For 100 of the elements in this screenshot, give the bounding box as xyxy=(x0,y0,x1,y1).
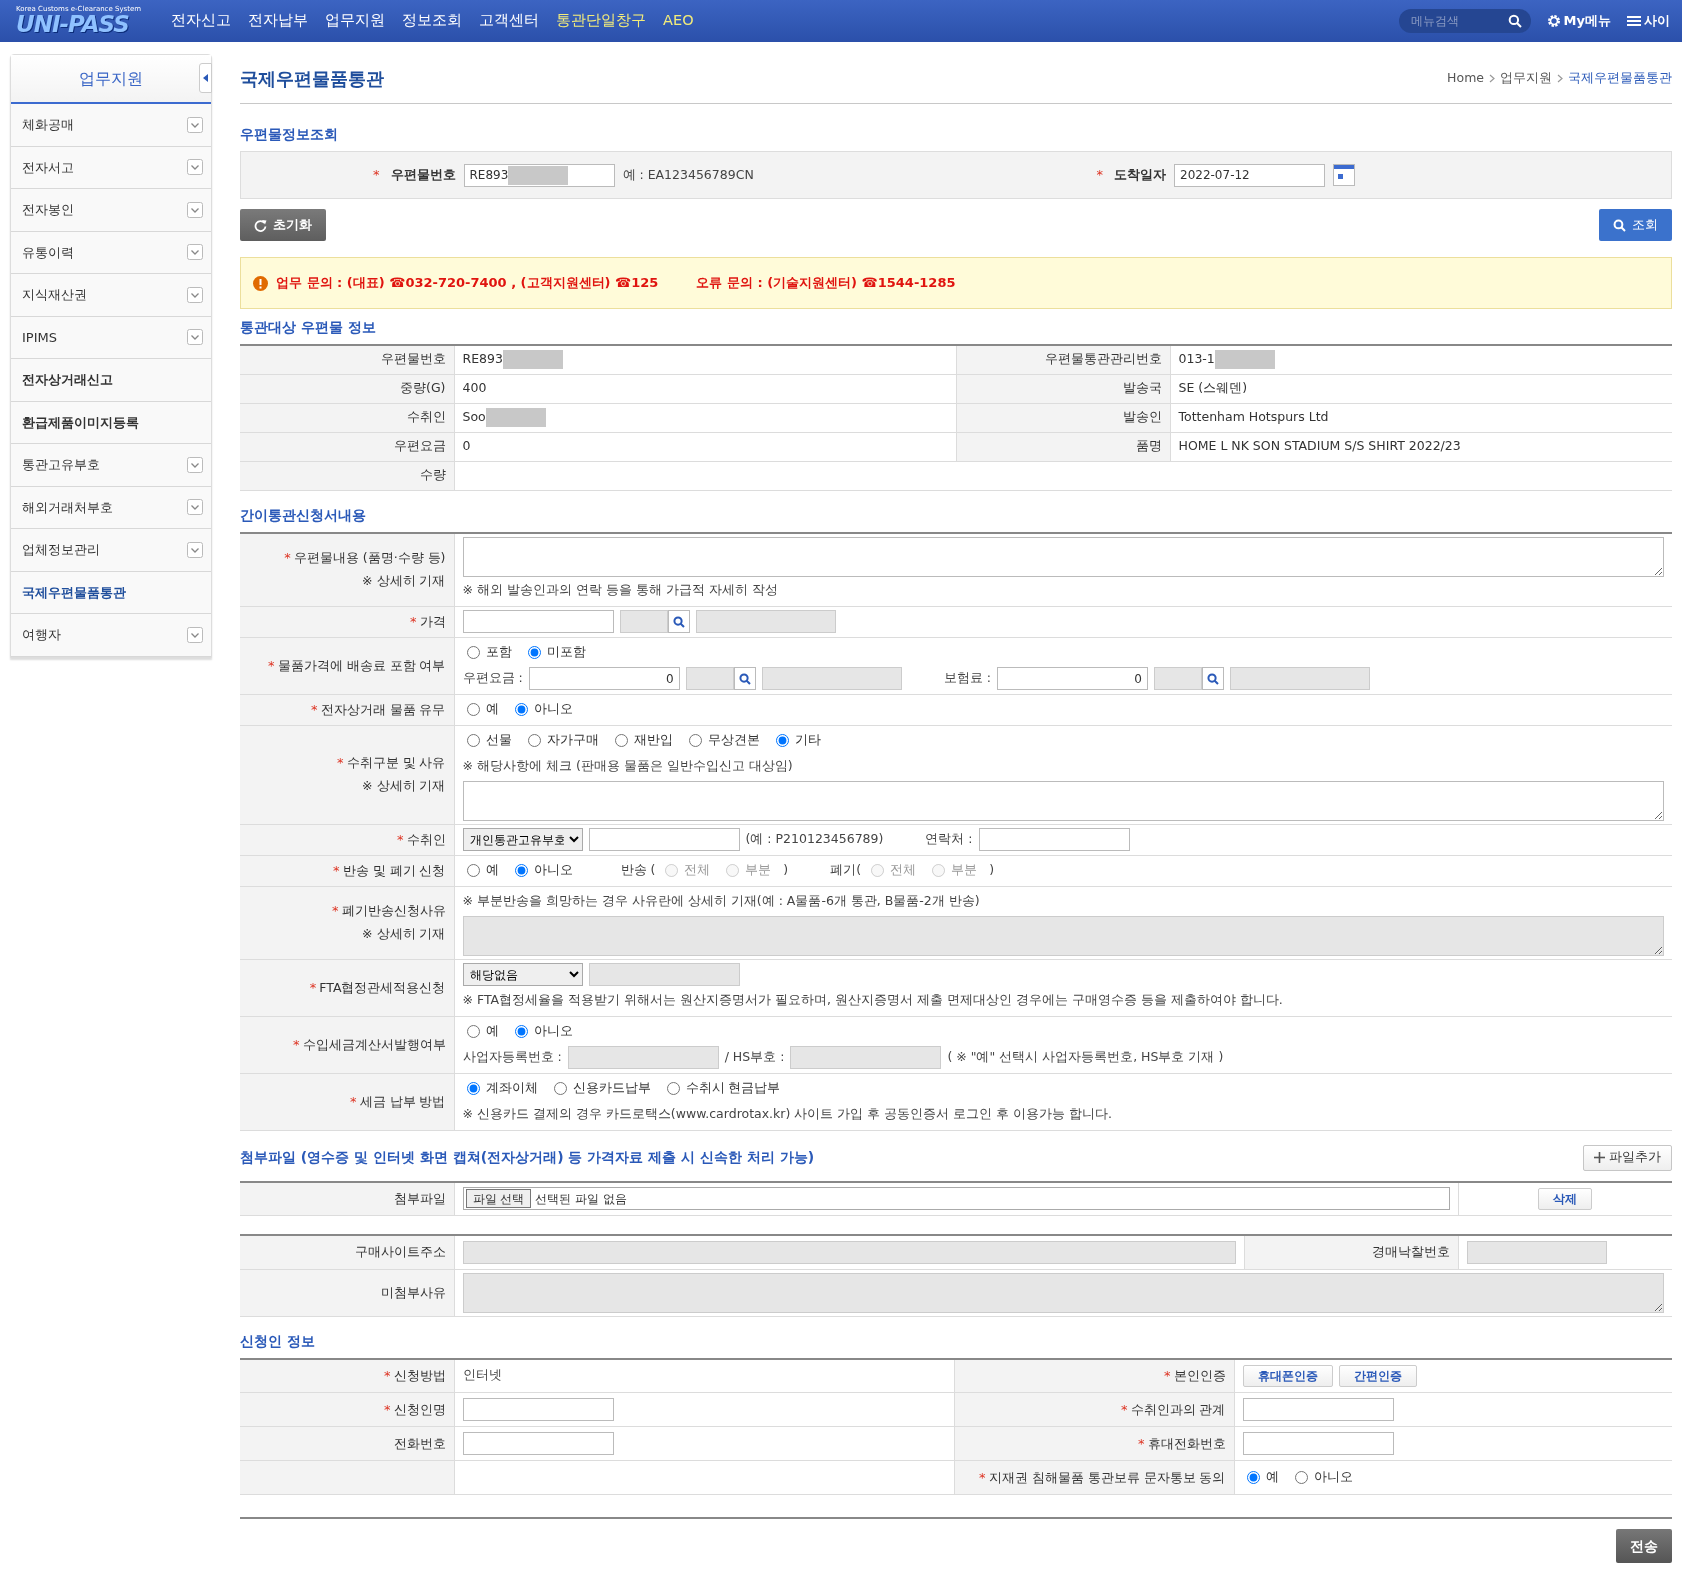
sidebar-title: 업무지원 xyxy=(79,67,143,90)
radio-label[interactable]: 아니오 xyxy=(533,1022,573,1041)
sidebar-item[interactable]: 전자상거래신고 xyxy=(11,359,211,402)
breadcrumb-link[interactable]: Home xyxy=(1447,69,1484,88)
radio-button[interactable] xyxy=(466,703,480,716)
chevron-right-icon xyxy=(1557,74,1563,83)
required-mark: * xyxy=(284,550,291,566)
search-button[interactable] xyxy=(667,610,690,633)
search-button[interactable] xyxy=(1201,667,1224,690)
verify-button[interactable]: 간편인증 xyxy=(1338,1364,1417,1387)
radio-label[interactable]: 아니오 xyxy=(1313,1468,1353,1487)
input-field[interactable] xyxy=(1242,1398,1394,1421)
my-menu-link[interactable]: My메뉴 xyxy=(1546,11,1611,31)
radio-label[interactable]: 자가구매 xyxy=(546,731,599,750)
file-input[interactable]: 파일 선택 선택된 파일 없음 xyxy=(462,1187,1450,1211)
input-field[interactable]: 0 xyxy=(528,667,680,690)
menu-link[interactable]: AEO xyxy=(663,10,694,32)
input-field[interactable]: RE893 xyxy=(463,163,615,187)
radio-button[interactable] xyxy=(553,1082,567,1095)
sidebar-item[interactable]: 통관고유부호 xyxy=(11,444,211,487)
search-button[interactable]: 조회 xyxy=(1599,209,1672,241)
radio-button[interactable] xyxy=(775,734,789,747)
radio-button[interactable] xyxy=(666,1082,680,1095)
sidebar-item[interactable]: 업체정보관리 xyxy=(11,529,211,572)
sidebar-item[interactable]: 여행자 xyxy=(11,614,211,657)
radio-label[interactable]: 계좌이체 xyxy=(485,1079,538,1098)
menu-link[interactable]: 정보조회 xyxy=(402,10,463,32)
field-label: 폐기반송신청사유 xyxy=(341,903,446,919)
input-field[interactable] xyxy=(1242,1432,1394,1455)
sidebar-item[interactable]: 전자서고 xyxy=(11,146,211,189)
input-field[interactable] xyxy=(978,828,1130,851)
input-field[interactable] xyxy=(588,828,740,851)
menu-link[interactable]: 통관단일창구 xyxy=(556,10,647,32)
radio-label[interactable]: 예 xyxy=(485,700,499,719)
field-label: 반송 및 폐기 신청 xyxy=(342,862,446,878)
radio-button[interactable] xyxy=(514,1025,528,1038)
radio-label[interactable]: 예 xyxy=(485,1022,499,1041)
field-text: / HS부호 : xyxy=(724,1048,785,1067)
radio-label[interactable]: 기타 xyxy=(794,731,821,750)
input-field[interactable] xyxy=(462,1432,614,1455)
radio-label[interactable]: 예 xyxy=(485,861,499,880)
search-field[interactable]: 메뉴검색 xyxy=(1398,9,1531,33)
sidebar-item[interactable]: 체화공매 xyxy=(11,104,211,147)
text-area[interactable] xyxy=(462,536,1664,577)
field-label: 신청방법 xyxy=(393,1367,446,1383)
radio-button[interactable] xyxy=(1294,1471,1308,1484)
input-field[interactable] xyxy=(462,1398,614,1421)
menu-link[interactable]: 업무지원 xyxy=(325,10,386,32)
submit-button[interactable]: 전송 xyxy=(1616,1529,1672,1563)
radio-button[interactable] xyxy=(527,646,541,659)
menu-link[interactable]: 전자신고 xyxy=(171,10,232,32)
field-value: 400 xyxy=(462,380,487,396)
menu-link[interactable]: 전자납부 xyxy=(248,10,309,32)
sidebar-item[interactable]: 환급제품이미지등록 xyxy=(11,401,211,444)
date-field[interactable]: 2022-07-12 xyxy=(1174,163,1325,187)
text-area[interactable] xyxy=(462,780,1664,821)
radio-button[interactable] xyxy=(514,703,528,716)
radio-button[interactable] xyxy=(1246,1471,1260,1484)
radio-button[interactable] xyxy=(514,864,528,877)
collapse-button[interactable] xyxy=(199,63,212,93)
reset-button[interactable]: 초기화 xyxy=(240,209,326,241)
radio-label[interactable]: 아니오 xyxy=(533,861,573,880)
file-choose-button[interactable]: 파일 선택 xyxy=(465,1189,532,1209)
field-value: RE893 xyxy=(462,351,503,367)
radio-label[interactable]: 신용카드납부 xyxy=(572,1079,651,1098)
radio-label[interactable]: 재반입 xyxy=(633,731,673,750)
radio-label[interactable]: 무상견본 xyxy=(707,731,760,750)
input-field[interactable] xyxy=(462,610,614,633)
sidebar-item[interactable]: 지식재산권 xyxy=(11,274,211,317)
sitemap-link[interactable]: 사이 xyxy=(1627,11,1670,31)
field-label: 우편물내용 (품명·수량 등) xyxy=(293,550,446,566)
field-label: 수취인과의 관계 xyxy=(1130,1401,1226,1417)
radio-label[interactable]: 미포함 xyxy=(546,643,586,662)
radio-label[interactable]: 예 xyxy=(1265,1468,1279,1487)
radio-button[interactable] xyxy=(527,734,541,747)
sidebar-item[interactable]: 전자봉인 xyxy=(11,189,211,232)
input-field[interactable]: 0 xyxy=(996,667,1148,690)
dropdown[interactable]: 해당없음 xyxy=(462,963,583,986)
verify-button[interactable]: 휴대폰인증 xyxy=(1242,1364,1333,1387)
radio-button[interactable] xyxy=(466,646,480,659)
radio-label[interactable]: 수취시 현금납부 xyxy=(685,1079,781,1098)
breadcrumb-link[interactable]: 업무지원 xyxy=(1500,69,1552,88)
radio-button[interactable] xyxy=(688,734,702,747)
delete-button[interactable]: 삭제 xyxy=(1538,1187,1593,1210)
radio-button[interactable] xyxy=(466,864,480,877)
sidebar-item[interactable]: 유통이력 xyxy=(11,231,211,274)
radio-button[interactable] xyxy=(466,1082,480,1095)
search-button[interactable] xyxy=(733,667,756,690)
menu-link[interactable]: 고객센터 xyxy=(479,10,540,32)
sidebar-item[interactable]: 해외거래처부호 xyxy=(11,486,211,529)
radio-button[interactable] xyxy=(466,734,480,747)
sidebar-item[interactable]: 국제우편물품통관 xyxy=(11,571,211,614)
radio-label[interactable]: 선물 xyxy=(485,731,512,750)
radio-button[interactable] xyxy=(614,734,628,747)
sidebar-item[interactable]: IPIMS xyxy=(11,316,211,359)
radio-label[interactable]: 포함 xyxy=(485,643,512,662)
radio-label[interactable]: 아니오 xyxy=(533,700,573,719)
add-file-button[interactable]: 파일추가 xyxy=(1583,1144,1672,1171)
breadcrumb-link[interactable]: 국제우편물품통관 xyxy=(1568,69,1672,88)
radio-button[interactable] xyxy=(466,1025,480,1038)
